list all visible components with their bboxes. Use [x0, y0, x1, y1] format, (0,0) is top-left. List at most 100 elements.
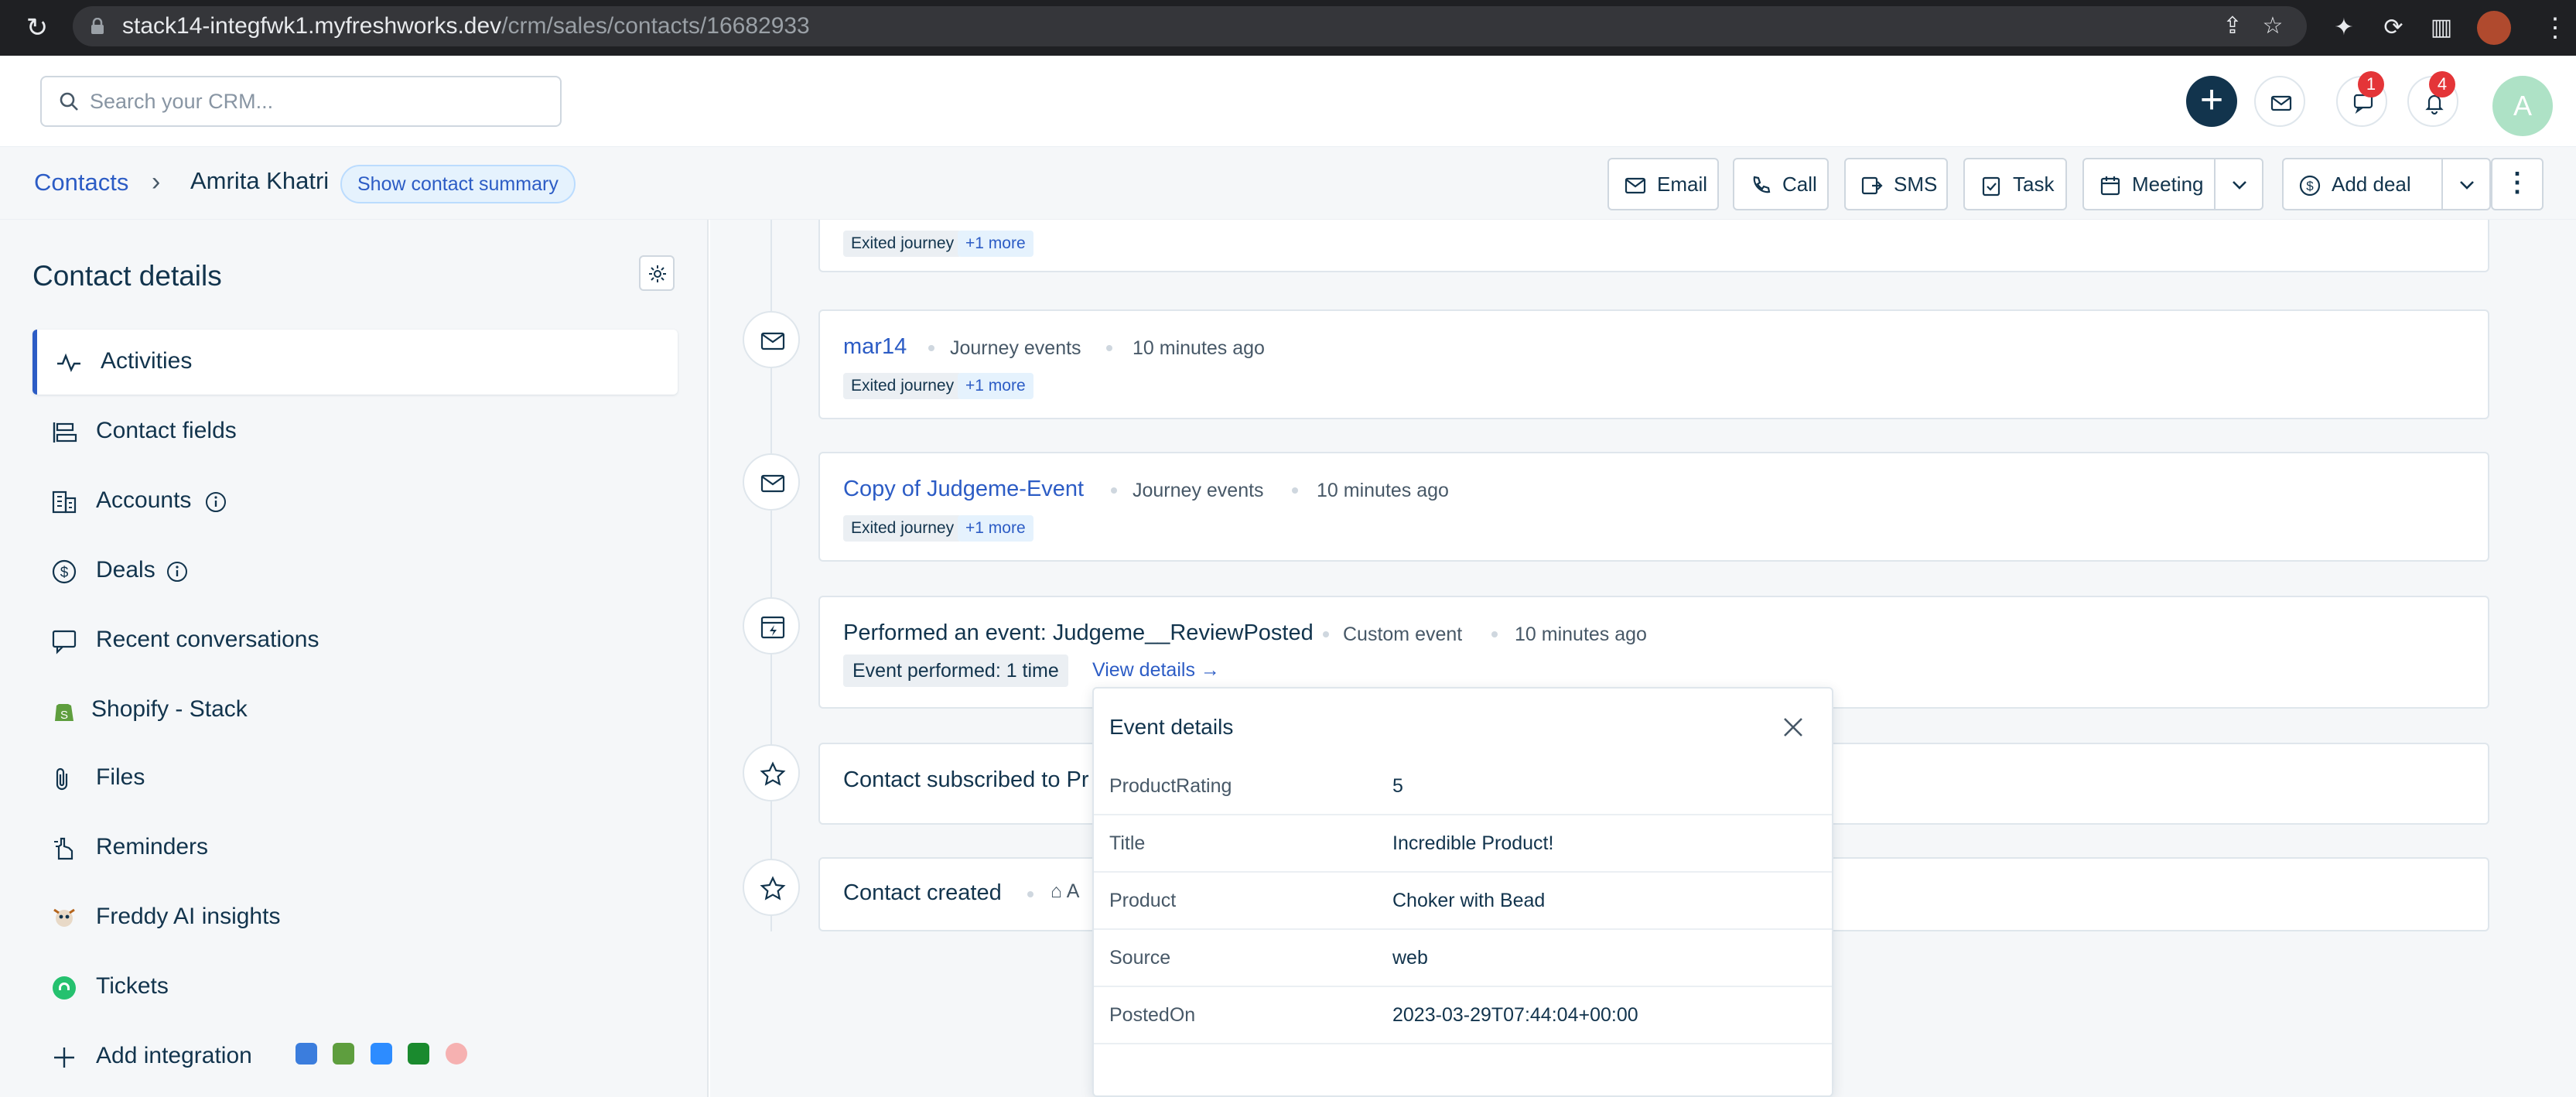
- settings-button[interactable]: [639, 255, 675, 291]
- timeline-card: Copy of Judgeme-Event Journey events 10 …: [818, 452, 2489, 562]
- separator-dot: [1027, 891, 1033, 897]
- profile-avatar[interactable]: [2477, 11, 2511, 45]
- chat-notifications-button[interactable]: 1: [2336, 71, 2387, 127]
- detail-value: web: [1392, 947, 1428, 969]
- bookmark-star-icon[interactable]: ☆: [2260, 14, 2285, 39]
- download-app-icon: [408, 1043, 430, 1065]
- sidebar-item-deals[interactable]: $ Deals: [32, 538, 678, 603]
- sidebar-item-accounts[interactable]: Accounts: [32, 469, 678, 534]
- event-count-badge: Event performed: 1 time: [843, 654, 1068, 687]
- call-button[interactable]: Call: [1733, 158, 1829, 210]
- activity-icon: [57, 353, 80, 372]
- mail-icon: [760, 474, 785, 493]
- detail-key: Title: [1109, 832, 1146, 854]
- event-category: Journey events: [1133, 480, 1264, 501]
- zoom-app-icon: [370, 1043, 392, 1065]
- meeting-dropdown-button[interactable]: [2214, 158, 2263, 210]
- sidebar-item-label: Reminders: [96, 834, 209, 859]
- search-icon: [60, 92, 78, 111]
- sms-button-label: SMS: [1894, 173, 1938, 196]
- star-icon: [760, 876, 786, 900]
- breadcrumb-bar: Contacts › Amrita Khatri Show contact su…: [0, 147, 2576, 220]
- chevron-right-icon: ›: [152, 167, 161, 197]
- more-tags-link[interactable]: +1 more: [958, 373, 1033, 399]
- journey-link[interactable]: mar14: [843, 334, 907, 360]
- close-icon[interactable]: [1781, 715, 1806, 740]
- detail-key: PostedOn: [1109, 1004, 1196, 1026]
- event-title: Contact created: [843, 880, 1002, 905]
- status-tag: Exited journey: [843, 373, 962, 399]
- show-contact-summary-button[interactable]: Show contact summary: [340, 165, 576, 203]
- cake-icon: ⌂: [1051, 880, 1063, 902]
- sidebar-item-tickets[interactable]: Tickets: [32, 955, 678, 1020]
- sidebar-icon[interactable]: ▥: [2427, 14, 2455, 42]
- calendar-app-icon: [296, 1043, 317, 1065]
- timeline-card: Exited journey +1 more: [818, 220, 2489, 272]
- add-deal-dropdown-button[interactable]: [2441, 158, 2491, 210]
- url-host: stack14-integfwk1.myfreshworks.dev: [122, 13, 502, 39]
- notifications-button[interactable]: 4: [2407, 71, 2458, 127]
- event-time: 10 minutes ago: [1317, 480, 1449, 501]
- browser-toolbar: ↻ stack14-integfwk1.myfreshworks.dev/crm…: [0, 0, 2576, 56]
- detail-row: PostedOn 2023-03-29T07:44:04+00:00: [1094, 987, 1832, 1044]
- user-avatar[interactable]: A: [2492, 76, 2553, 136]
- sidebar-item-shopify-stack[interactable]: S Shopify - Stack: [32, 678, 678, 743]
- contact-name: Amrita Khatri: [190, 167, 330, 194]
- reload-icon[interactable]: ↻: [23, 14, 51, 42]
- address-bar[interactable]: stack14-integfwk1.myfreshworks.dev/crm/s…: [73, 6, 2307, 46]
- extensions-icon[interactable]: ✦: [2330, 14, 2358, 42]
- meeting-button-label: Meeting: [2132, 173, 2204, 196]
- sidebar-item-label: Recent conversations: [96, 627, 319, 652]
- meeting-button[interactable]: Meeting: [2082, 158, 2216, 210]
- sms-icon: [1861, 176, 1883, 195]
- sidebar-item-recent-conversations[interactable]: Recent conversations: [32, 608, 678, 673]
- sidebar-item-activities[interactable]: Activities: [32, 330, 678, 395]
- dollar-icon: $: [2299, 175, 2321, 197]
- sidebar-item-contact-fields[interactable]: Contact fields: [32, 399, 678, 464]
- task-icon: [1982, 176, 2000, 197]
- more-actions-button[interactable]: ⋮: [2491, 158, 2544, 210]
- freddy-icon: [53, 908, 75, 927]
- task-button[interactable]: Task: [1963, 158, 2067, 210]
- quick-add-button[interactable]: +: [2186, 76, 2237, 127]
- browser-menu-icon[interactable]: ⋮: [2542, 11, 2568, 45]
- info-icon[interactable]: [166, 560, 189, 583]
- sms-button[interactable]: SMS: [1844, 158, 1948, 210]
- search-input[interactable]: Search your CRM...: [40, 76, 562, 127]
- more-tags-link[interactable]: +1 more: [958, 515, 1033, 542]
- breadcrumb-contacts-link[interactable]: Contacts: [34, 169, 128, 197]
- email-button[interactable]: Email: [1607, 158, 1719, 210]
- share-icon[interactable]: ⇪: [2220, 14, 2245, 39]
- sidebar-item-label: Accounts: [96, 487, 192, 513]
- separator-dot: [928, 345, 934, 351]
- mail-icon: [1625, 177, 1646, 194]
- separator-dot: [1323, 631, 1329, 637]
- dollar-icon: $: [52, 559, 77, 584]
- mail-button[interactable]: [2254, 76, 2305, 127]
- popover-title: Event details: [1109, 715, 1234, 739]
- add-deal-button[interactable]: $ Add deal: [2282, 158, 2443, 210]
- event-time: 10 minutes ago: [1133, 337, 1265, 359]
- sidebar-item-label: Shopify - Stack: [91, 696, 248, 722]
- chevron-down-icon: [2233, 181, 2246, 190]
- integration-icons: [296, 1043, 480, 1068]
- task-button-label: Task: [2013, 173, 2055, 196]
- detail-row: Source web: [1094, 930, 1832, 987]
- sidebar-item-add-integration[interactable]: Add integration: [32, 1024, 678, 1089]
- view-details-link[interactable]: View details →: [1092, 659, 1220, 682]
- more-tags-link[interactable]: +1 more: [958, 231, 1033, 257]
- info-icon[interactable]: [204, 490, 227, 514]
- dots-app-icon: [445, 1043, 467, 1065]
- gear-icon: [649, 265, 666, 282]
- journey-link[interactable]: Copy of Judgeme-Event: [843, 477, 1084, 502]
- panel-title: Contact details: [32, 260, 222, 292]
- reminder-icon: [54, 837, 73, 860]
- mail-icon: [2270, 95, 2292, 111]
- sidebar-item-freddy-ai-insights[interactable]: Freddy AI insights: [32, 885, 678, 950]
- add-deal-button-label: Add deal: [2332, 173, 2411, 196]
- detail-row: Product Choker with Bead: [1094, 873, 1832, 930]
- extension-icon[interactable]: ⟳: [2380, 14, 2407, 42]
- event-category: Custom event: [1343, 624, 1463, 645]
- sidebar-item-reminders[interactable]: Reminders: [32, 815, 678, 880]
- sidebar-item-files[interactable]: Files: [32, 746, 678, 811]
